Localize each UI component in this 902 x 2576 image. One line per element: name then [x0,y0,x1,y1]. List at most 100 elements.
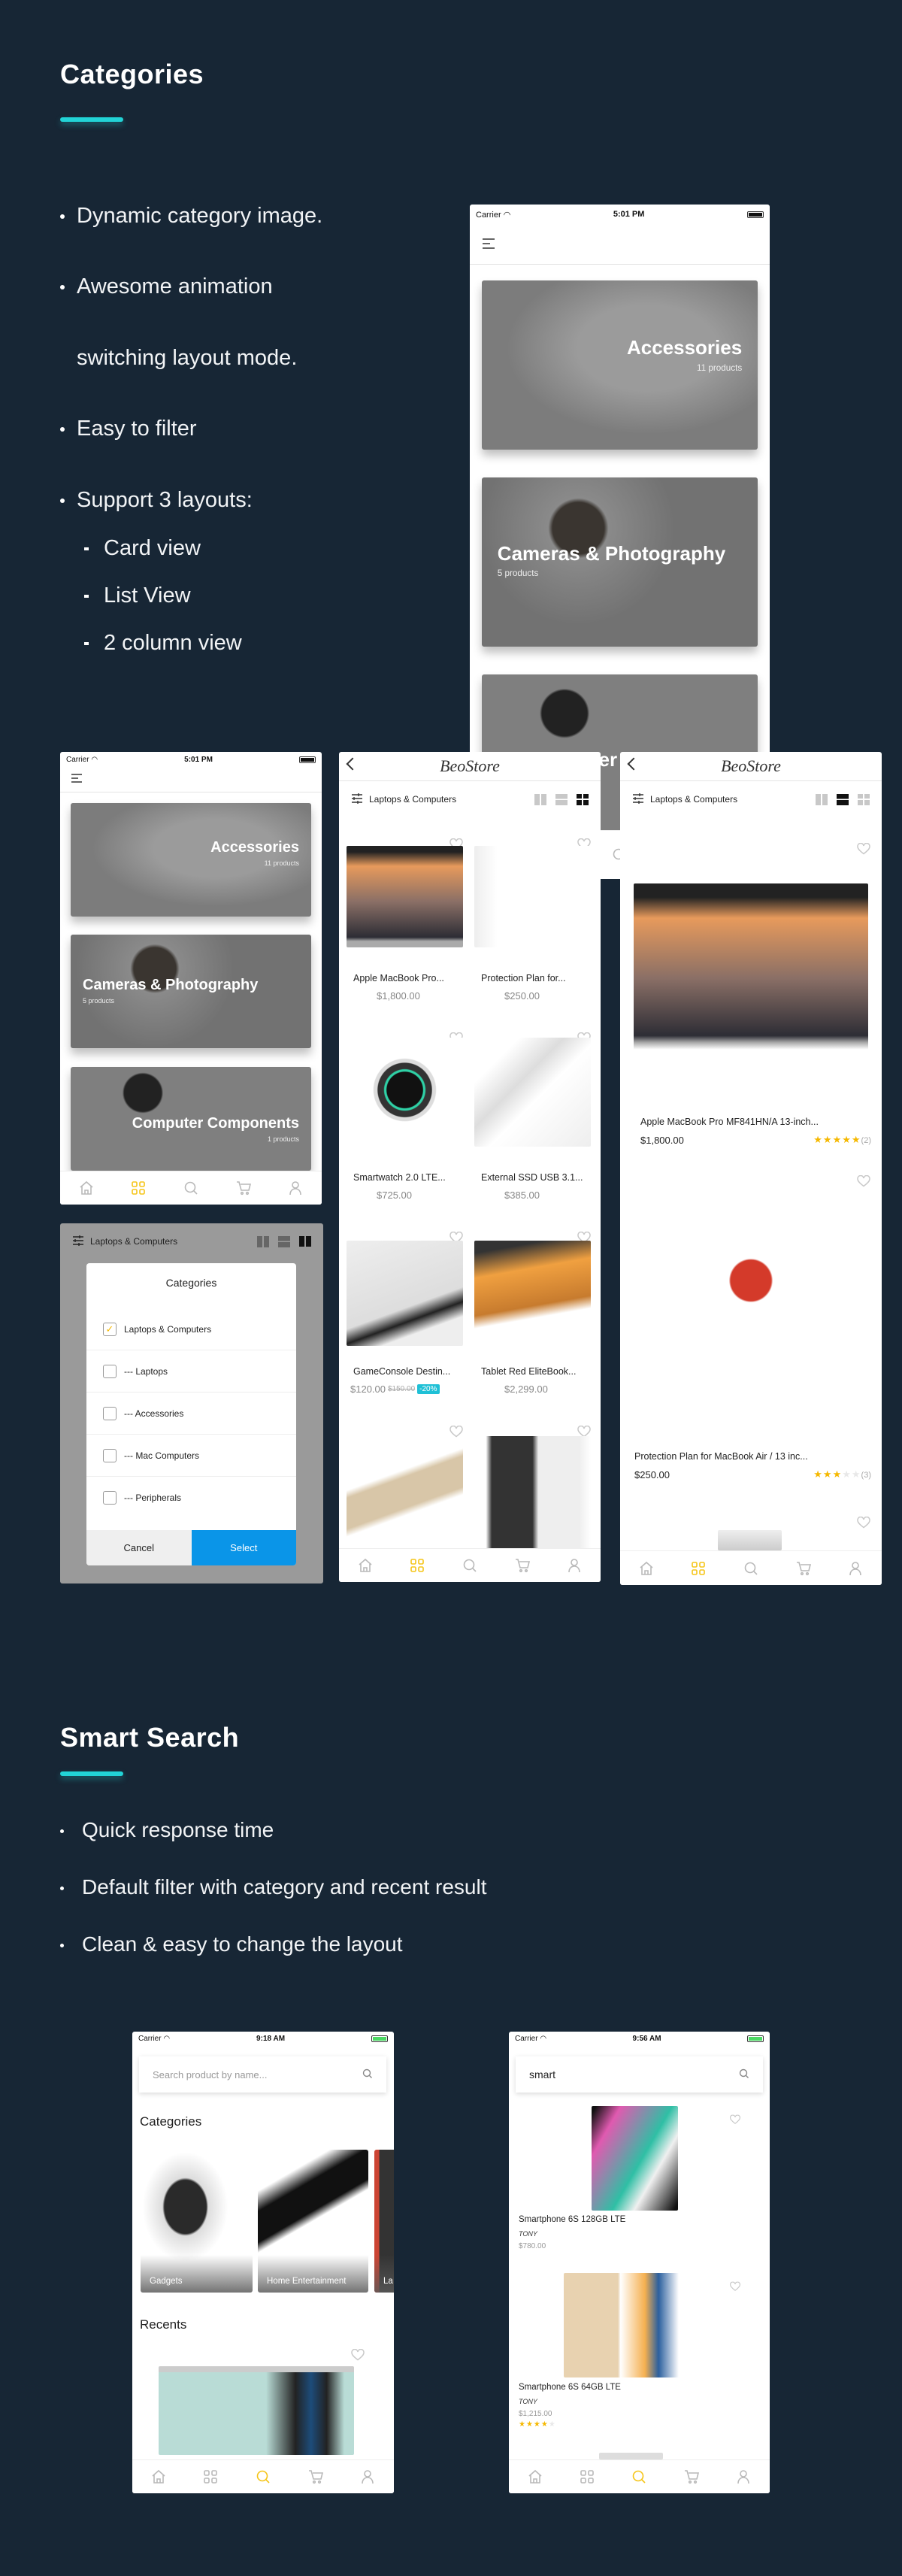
select-button[interactable]: Select [191,1530,296,1565]
checkbox[interactable] [103,1491,117,1505]
cart-icon[interactable] [683,2468,700,2485]
checkbox-checked[interactable]: ✓ [103,1322,117,1336]
filter-icon[interactable] [351,792,363,806]
product-name[interactable]: Protection Plan for... [481,973,566,983]
product-image[interactable] [474,1436,591,1549]
category-tile[interactable]: La [374,2150,394,2293]
search-icon[interactable] [255,2468,271,2485]
category-option[interactable]: --- Accessories [86,1393,296,1435]
tile-overlay [258,2255,368,2293]
category-card[interactable]: Cameras & Photography 5 products [71,935,311,1048]
favorite-heart-icon[interactable] [857,1516,870,1529]
product-name[interactable]: Apple MacBook Pro MF841HN/A 13-inch... [640,1117,819,1127]
checkbox[interactable] [103,1406,117,1420]
favorite-heart-icon[interactable] [729,2281,740,2292]
user-icon[interactable] [566,1557,583,1574]
category-option[interactable]: ✓ Laptops & Computers [86,1308,296,1350]
grid-icon[interactable] [409,1557,425,1574]
result-product-image[interactable] [564,2273,699,2377]
result-name[interactable]: Smartphone 6S 64GB LTE [519,2383,621,2392]
menu-icon[interactable] [71,773,83,787]
category-tile[interactable]: Home Entertainment [258,2150,368,2293]
product-image[interactable] [474,1038,591,1147]
category-card[interactable]: Computer Components 1 products [71,1067,311,1171]
category-option[interactable]: --- Laptops [86,1350,296,1393]
filter-bar: Laptops & Computers [60,1232,323,1250]
list-layout-icon[interactable] [837,793,849,805]
search-icon[interactable] [462,1557,478,1574]
two-column-layout-icon[interactable] [534,793,546,805]
favorite-heart-icon[interactable] [857,1174,870,1187]
cart-icon[interactable] [514,1557,531,1574]
product-image[interactable] [474,846,591,947]
grid-icon[interactable] [202,2468,219,2485]
search-input[interactable]: smart [516,2056,763,2093]
filter-category-label[interactable]: Laptops & Computers [369,794,534,805]
category-option[interactable]: --- Peripherals [86,1477,296,1519]
favorite-heart-icon[interactable] [351,2348,365,2361]
category-option[interactable]: --- Mac Computers [86,1435,296,1477]
product-image[interactable] [474,1241,591,1346]
home-icon[interactable] [527,2468,543,2485]
product-name[interactable]: Smartwatch 2.0 LTE... [353,1172,446,1183]
product-price: $250.00 [504,990,540,1002]
list-layout-icon[interactable] [278,1235,290,1247]
grid-layout-icon[interactable] [577,793,589,805]
product-image[interactable] [347,1241,463,1346]
category-card[interactable]: Accessories 11 products [482,280,758,450]
search-icon[interactable] [631,2468,647,2485]
product-image[interactable] [718,1530,782,1550]
search-icon[interactable] [183,1180,199,1196]
home-icon[interactable] [78,1180,95,1196]
product-name[interactable]: Apple MacBook Pro... [353,973,444,983]
home-icon[interactable] [357,1557,374,1574]
result-product-image[interactable] [599,2453,663,2459]
grid-layout-icon[interactable] [858,793,870,805]
home-icon[interactable] [638,1560,655,1577]
grid-icon[interactable] [690,1560,707,1577]
home-icon[interactable] [150,2468,167,2485]
product-image[interactable] [347,1038,463,1147]
menu-icon[interactable] [482,238,495,253]
two-column-layout-icon[interactable] [816,793,828,805]
cart-icon[interactable] [795,1560,812,1577]
cart-icon[interactable] [235,1180,252,1196]
user-icon[interactable] [359,2468,376,2485]
recent-product-image-camera[interactable] [159,2366,354,2455]
grid-icon[interactable] [579,2468,595,2485]
product-name[interactable]: Protection Plan for MacBook Air / 13 inc… [634,1451,808,1462]
product-image[interactable] [634,883,868,1056]
product-name[interactable]: Tablet Red EliteBook... [481,1366,576,1377]
favorite-heart-icon[interactable] [729,2114,740,2125]
user-icon[interactable] [287,1180,304,1196]
cancel-button[interactable]: Cancel [86,1530,192,1565]
product-image[interactable] [634,1199,868,1402]
product-image[interactable] [347,1436,463,1549]
grid-layout-icon[interactable] [299,1235,311,1247]
favorite-heart-icon[interactable] [857,842,870,855]
category-card[interactable]: Cameras & Photography 5 products [482,477,758,647]
filter-icon[interactable] [72,1235,84,1248]
result-name[interactable]: Smartphone 6S 128GB LTE [519,2215,625,2224]
search-icon[interactable] [362,2068,373,2081]
user-icon[interactable] [735,2468,752,2485]
search-icon[interactable] [743,1560,759,1577]
cart-icon[interactable] [307,2468,324,2485]
search-icon[interactable] [739,2068,749,2081]
checkbox[interactable] [103,1364,117,1378]
category-card[interactable]: Accessories 11 products [71,803,311,917]
product-image[interactable] [347,846,463,947]
checkbox[interactable] [103,1448,117,1462]
grid-icon[interactable] [130,1180,147,1196]
filter-icon[interactable] [632,792,644,806]
filter-category-label[interactable]: Laptops & Computers [90,1236,257,1247]
filter-category-label[interactable]: Laptops & Computers [650,794,816,805]
list-layout-icon[interactable] [555,793,568,805]
user-icon[interactable] [847,1560,864,1577]
category-tile[interactable]: Gadgets [141,2150,253,2293]
product-name[interactable]: GameConsole Destin... [353,1366,450,1377]
two-column-layout-icon[interactable] [257,1235,269,1247]
result-product-image[interactable] [592,2106,678,2211]
search-input[interactable]: Search product by name... [139,2056,386,2093]
product-name[interactable]: External SSD USB 3.1... [481,1172,583,1183]
